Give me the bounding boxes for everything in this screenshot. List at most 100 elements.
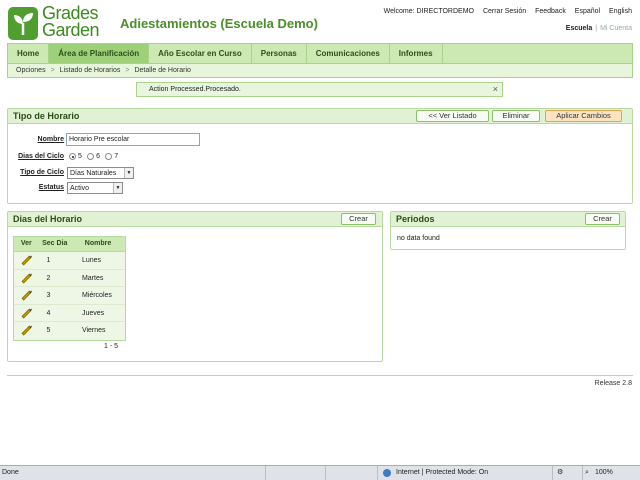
sec-dia-cell: 2: [46, 274, 51, 282]
edit-pencil-icon[interactable]: [21, 255, 32, 266]
tipo-horario-panel: Tipo de Horario << Ver Listado Eliminar …: [7, 108, 633, 204]
panel-header: Dias del Horario Crear: [8, 212, 382, 227]
table-row: 2 Martes: [14, 269, 125, 288]
zone-text: Internet | Protected Mode: On: [396, 469, 489, 476]
table-row: 4 Jueves: [14, 304, 125, 323]
status-text: Done: [2, 469, 19, 476]
tab-comunicaciones[interactable]: Comunicaciones: [307, 44, 390, 63]
sec-dia-cell: 1: [46, 257, 51, 264]
sec-dia-cell: 5: [46, 327, 51, 335]
crear-dia-button[interactable]: Crear: [341, 213, 376, 225]
logo-wordmark[interactable]: Grades Garden: [42, 4, 100, 40]
estatus-value: Activo: [70, 185, 90, 192]
zoom-icon[interactable]: ⌕: [585, 466, 589, 480]
dias-ciclo-radios: 5 6 7: [69, 152, 121, 161]
table-header: Ver Sec Dia Nombre: [14, 237, 125, 252]
breadcrumb-opciones[interactable]: Opciones: [16, 67, 46, 74]
edit-pencil-icon[interactable]: [21, 273, 32, 284]
status-segment: Internet | Protected Mode: On: [377, 466, 552, 480]
tab-planificacion[interactable]: Área de Planificación: [49, 44, 150, 63]
close-icon[interactable]: ×: [493, 83, 498, 96]
panel-title: Periodos: [396, 214, 435, 224]
edit-pencil-icon[interactable]: [21, 325, 32, 336]
radio-6-label: 6: [96, 153, 101, 161]
radio-6[interactable]: [87, 153, 95, 161]
nombre-cell: Viernes: [81, 327, 106, 335]
estatus-select[interactable]: Activo ▼: [67, 182, 123, 194]
my-account-link[interactable]: Mi Cuenta: [600, 25, 632, 32]
ver-listado-button[interactable]: << Ver Listado: [416, 110, 489, 122]
release-label: Release 2.8: [594, 380, 632, 387]
tab-home[interactable]: Home: [8, 44, 50, 63]
footer-divider: [7, 375, 633, 376]
eliminar-button[interactable]: Eliminar: [492, 110, 540, 122]
welcome-text: Welcome: DIRECTORDEMO: [383, 8, 474, 15]
col-sec-dia[interactable]: Sec Dia: [39, 237, 71, 251]
breadcrumb-listado[interactable]: Listado de Horarios: [60, 67, 121, 74]
main-nav: Home Área de Planificación Año Escolar e…: [7, 43, 633, 63]
periodos-panel: Periodos Crear no data found: [390, 211, 626, 250]
breadcrumb-detalle: Detalle de Horario: [134, 67, 191, 74]
nombre-cell: Martes: [81, 274, 104, 282]
panel-header: Tipo de Horario << Ver Listado Eliminar …: [8, 109, 632, 124]
breadcrumb-separator-icon: >: [50, 67, 55, 74]
status-segment: [265, 466, 325, 480]
status-segment: [325, 466, 377, 480]
edit-pencil-icon[interactable]: [21, 308, 32, 319]
spanish-link[interactable]: Español: [575, 8, 600, 15]
pagination-text: 1 - 5: [104, 343, 119, 350]
english-link[interactable]: English: [609, 8, 632, 15]
sec-dia-cell: 3: [46, 292, 51, 300]
top-links: Welcome: DIRECTORDEMO Cerrar Sesión Feed…: [377, 8, 632, 15]
app-title: Adiestamientos (Escuela Demo): [120, 16, 318, 31]
sec-dia-cell: 4: [46, 309, 51, 317]
col-nombre[interactable]: Nombre: [71, 237, 125, 251]
logo-sprout-icon: [8, 7, 38, 40]
panel-header: Periodos Crear: [391, 212, 625, 227]
browser-status-bar: Done Internet | Protected Mode: On ⚙ ⌕ 1…: [0, 465, 640, 480]
col-ver[interactable]: Ver: [14, 237, 39, 251]
panel-title: Tipo de Horario: [13, 111, 80, 121]
success-message: Action Processed.Procesado. ×: [136, 82, 503, 97]
table-row: 1 Lunes: [14, 252, 125, 270]
tab-personas[interactable]: Personas: [252, 44, 307, 63]
chevron-down-icon: ▼: [124, 168, 133, 178]
chevron-down-icon: ▼: [113, 183, 122, 193]
breadcrumb: Opciones > Listado de Horarios > Detalle de …: [7, 63, 633, 78]
aplicar-cambios-button[interactable]: Aplicar Cambios: [545, 110, 622, 122]
tipo-ciclo-label: Tipo de Ciclo: [20, 169, 64, 176]
radio-7-label: 7: [114, 153, 119, 161]
tipo-ciclo-value: Días Naturales: [70, 170, 117, 177]
breadcrumb-separator-icon: >: [125, 67, 130, 74]
tab-informes[interactable]: Informes: [390, 44, 443, 63]
nombre-field[interactable]: Horario Pre escolar: [66, 133, 200, 146]
school-link[interactable]: Escuela: [566, 25, 592, 32]
feedback-link[interactable]: Feedback: [535, 8, 566, 15]
estatus-label: Estatus: [38, 184, 64, 191]
nombre-cell: Lunes: [81, 257, 102, 264]
status-segment: ⚙: [552, 466, 582, 480]
globe-icon: [383, 469, 391, 477]
school-links: Escuela | Mi Cuenta: [565, 25, 632, 32]
tipo-ciclo-select[interactable]: Días Naturales ▼: [67, 167, 134, 179]
dias-ciclo-label: Dias del Ciclo: [18, 153, 64, 160]
zoom-level[interactable]: 100%: [595, 466, 613, 480]
protected-mode-icon[interactable]: ⚙: [557, 466, 563, 480]
success-message-text: Action Processed.Procesado.: [149, 86, 241, 93]
nombre-cell: Jueves: [81, 309, 105, 317]
logout-link[interactable]: Cerrar Sesión: [483, 8, 526, 15]
table-row: 3 Miércoles: [14, 287, 125, 305]
table-row: 5 Viernes: [14, 322, 125, 340]
tab-ano-escolar[interactable]: Año Escolar en Curso: [149, 44, 252, 63]
nombre-cell: Miércoles: [81, 292, 112, 300]
empty-state-text: no data found: [397, 235, 440, 242]
panel-title: Dias del Horario: [13, 214, 83, 224]
logo-line-2: Garden: [42, 20, 100, 40]
radio-7[interactable]: [105, 153, 113, 161]
edit-pencil-icon[interactable]: [21, 290, 32, 301]
dias-table: Ver Sec Dia Nombre 1 Lunes 2 Martes 3 Mi…: [13, 236, 126, 341]
nombre-label: Nombre: [37, 136, 64, 143]
radio-5-label: 5: [78, 153, 82, 161]
crear-periodo-button[interactable]: Crear: [585, 213, 620, 225]
radio-5[interactable]: [69, 153, 76, 161]
